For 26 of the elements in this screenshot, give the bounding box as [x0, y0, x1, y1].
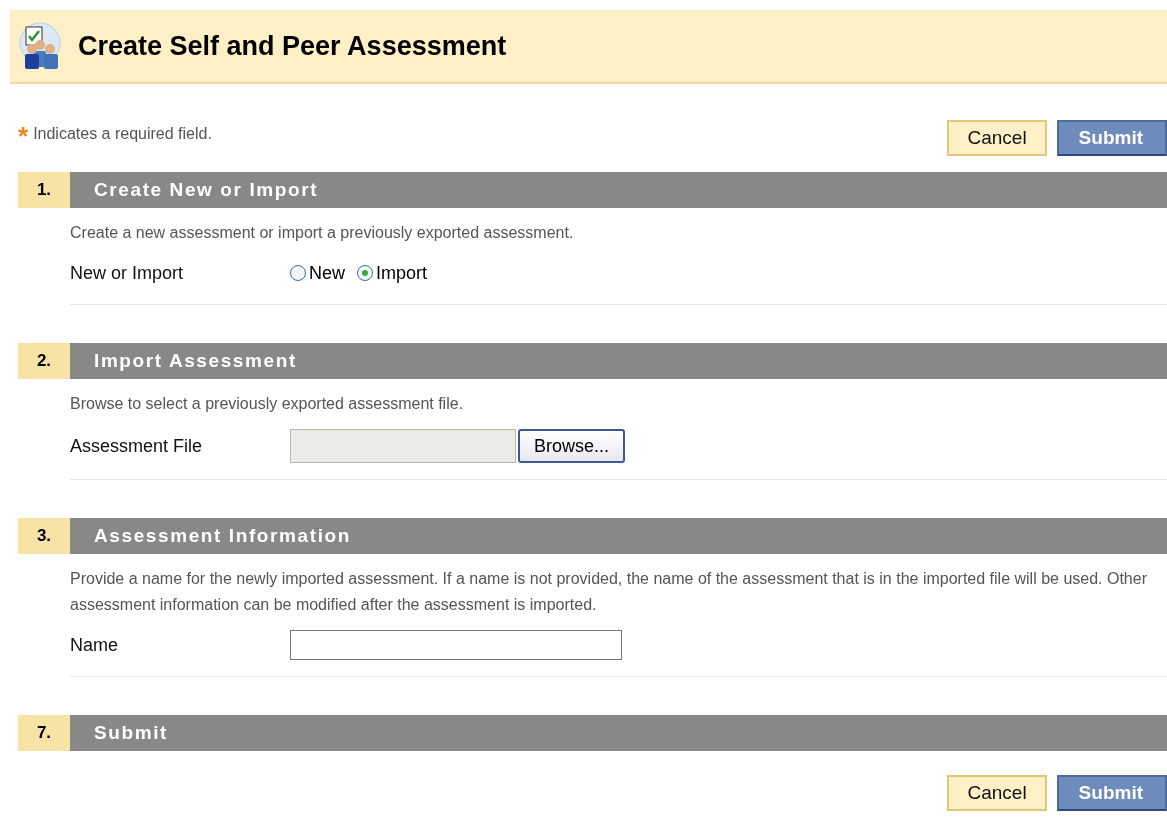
step-number: 7.	[18, 715, 70, 751]
step-title: Submit	[70, 715, 1167, 751]
radio-option[interactable]: Import	[357, 262, 428, 284]
step-title: Assessment Information	[70, 518, 1167, 554]
cancel-button[interactable]: Cancel	[947, 120, 1047, 156]
required-note: Indicates a required field.	[33, 125, 212, 143]
radio-circle[interactable]	[357, 265, 373, 281]
field-label: Assessment File	[70, 435, 204, 457]
required-asterisk: *	[18, 124, 29, 144]
page-title: Create Self and Peer Assessment	[78, 30, 507, 62]
name-input-field[interactable]	[290, 630, 622, 660]
step-number: 3.	[18, 518, 70, 554]
radio-option[interactable]: New	[290, 262, 345, 284]
browse-button[interactable]: Browse...	[518, 429, 626, 463]
step-number: 1.	[18, 172, 70, 208]
file-path-field[interactable]	[290, 429, 516, 463]
step-number: 2.	[18, 343, 70, 379]
step-title: Import Assessment	[70, 343, 1167, 379]
cancel-button[interactable]: Cancel	[947, 775, 1047, 811]
step-description: Create a new assessment or import a previously exported assessment.	[70, 223, 575, 243]
field-label: New or Import	[70, 262, 185, 284]
field-label: Name	[70, 634, 119, 656]
step-description: Provide a name for the newly imported assessment. If a name is not provided, the name of the assessment that is in the imported file will be used. Other assessment information can be modified after the assessment is imported.	[70, 569, 1148, 615]
radio-circle[interactable]	[290, 265, 306, 281]
step-title: Create New or Import	[70, 172, 1167, 208]
step-description: Browse to select a previously exported assessment file.	[70, 394, 465, 414]
